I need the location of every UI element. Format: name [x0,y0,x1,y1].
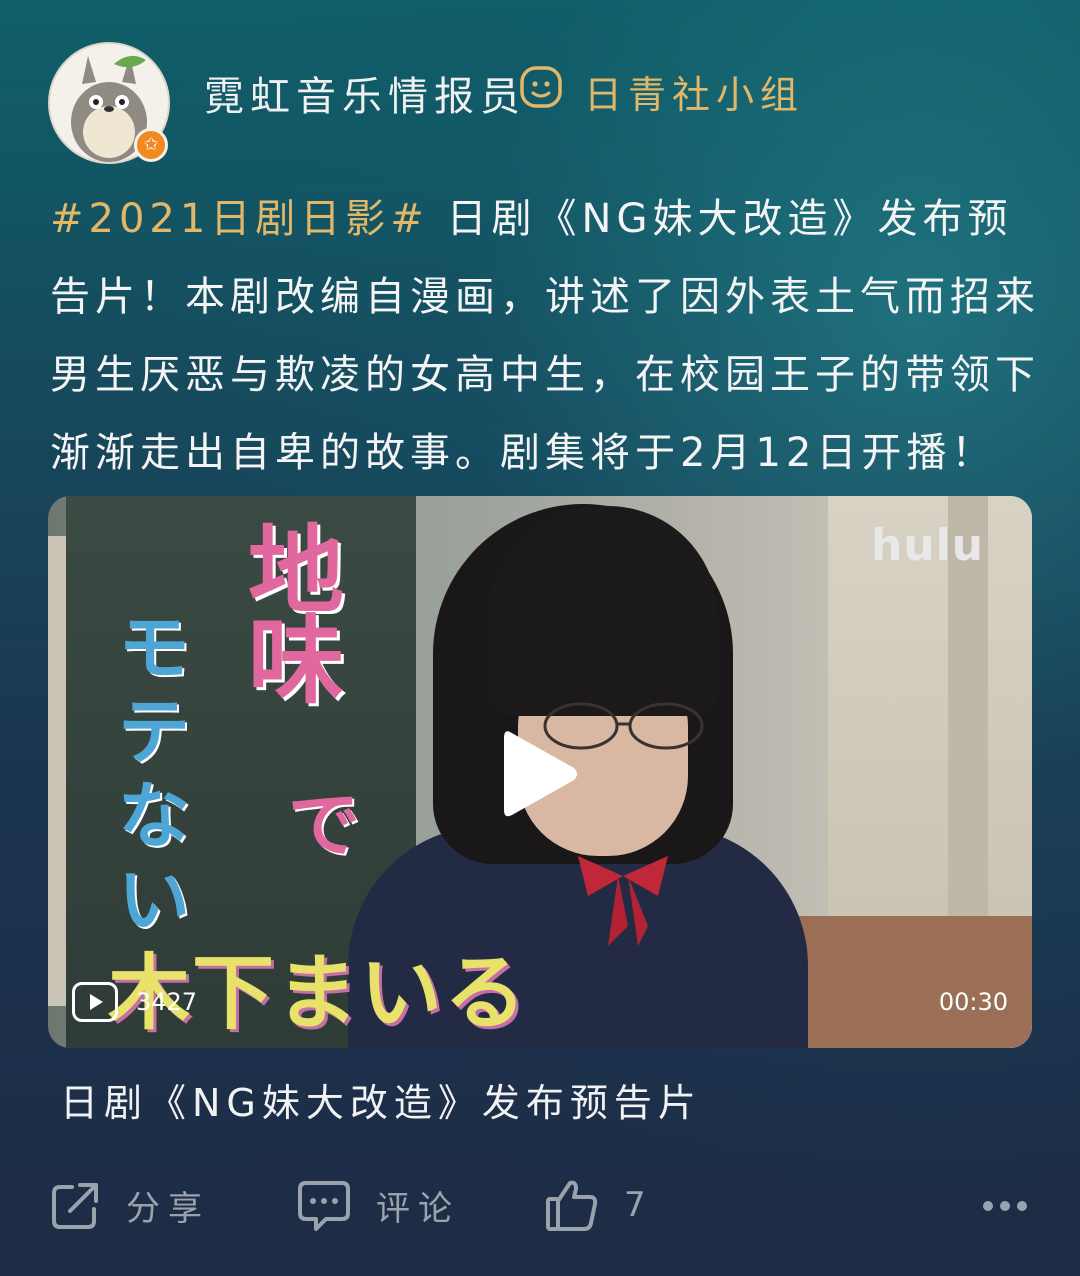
video-overlay-subtitle: モテない [118,606,191,942]
more-options-icon[interactable] [982,1200,1028,1212]
play-icon[interactable] [500,726,580,822]
share-button[interactable]: 分享 [50,1170,210,1240]
video-subject-bangs [488,506,718,716]
action-bar: 分享 评论 7 [0,1170,1080,1240]
like-count: 7 [624,1185,654,1225]
video-frame-decor [48,536,68,1006]
comment-icon [298,1181,350,1231]
play-count-value: 3427 [136,988,198,1016]
group-icon[interactable] [518,64,564,110]
video-overlay-name: 木下まいる [108,946,529,1041]
post-header: ✩ 霓虹音乐情报员 日青社小组 [48,42,1032,164]
comment-button[interactable]: 评论 [296,1170,460,1240]
share-label: 分享 [126,1188,210,1229]
video-player[interactable]: 地味 モテない で 木下まいる hulu 3427 00:30 [48,496,1032,1048]
author-name[interactable]: 霓虹音乐情报员 [204,64,526,122]
hashtag-link[interactable]: #2021日剧日影# [50,196,429,242]
group-name[interactable]: 日青社小组 [584,64,804,119]
share-icon [52,1183,98,1229]
comment-label: 评论 [376,1188,460,1229]
video-duration: 00:30 [938,988,1008,1016]
post-body: #2021日剧日影# 日剧《NG妹大改造》发布预告片！本剧改编自漫画，讲述了因外… [50,180,1040,492]
video-overlay-title: 地味 [248,515,344,717]
ribbon-bow-shape [578,856,668,946]
hulu-watermark: hulu [870,520,984,571]
video-caption[interactable]: 日剧《NG妹大改造》发布预告片 [60,1072,702,1127]
video-play-small-icon [72,982,118,1022]
video-overlay-particle: で [288,783,361,867]
verified-badge-icon: ✩ [134,128,168,162]
like-button[interactable]: 7 [544,1170,654,1240]
thumbs-up-icon [546,1180,598,1231]
